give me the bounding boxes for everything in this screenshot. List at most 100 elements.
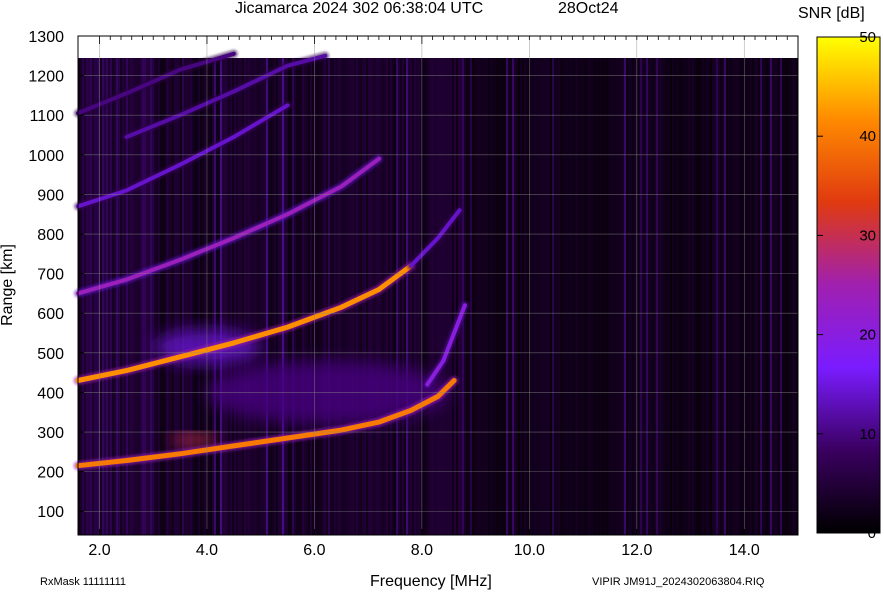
noise-streak <box>794 58 796 535</box>
y-tick-label: 500 <box>37 346 64 363</box>
noise-streak <box>780 58 782 535</box>
noise-streak <box>362 58 364 535</box>
noise-streak <box>356 58 358 535</box>
noise-streak <box>78 58 80 535</box>
echo-trace-5 <box>76 156 381 296</box>
noise-streak <box>504 58 506 535</box>
noise-streak <box>182 58 184 535</box>
noise-streak <box>480 58 482 535</box>
noise-streak <box>378 58 380 535</box>
x-tick-label: 10.0 <box>514 542 545 559</box>
noise-streak <box>256 58 258 535</box>
noise-streak <box>738 58 740 535</box>
noise-streak <box>760 58 762 535</box>
file-name-label: VIPIR JM91J_2024302063804.RIQ <box>592 576 765 588</box>
noise-streak <box>290 58 292 535</box>
noise-streak <box>172 58 174 535</box>
noise-streak <box>154 58 156 535</box>
noise-streak <box>402 58 404 535</box>
noise-streak <box>662 58 664 535</box>
noise-streak <box>86 58 88 535</box>
noise-streak <box>644 58 646 535</box>
noise-streak <box>744 58 746 535</box>
noise-streak <box>696 58 698 535</box>
noise-streak <box>352 58 354 535</box>
noise-streak <box>562 58 564 535</box>
noise-streak <box>176 58 178 535</box>
noise-streak <box>376 58 378 535</box>
noise-streak <box>722 58 724 535</box>
noise-streak <box>228 58 230 535</box>
noise-streak <box>346 58 348 535</box>
noise-streak <box>446 58 448 535</box>
noise-streak <box>416 58 418 535</box>
noise-streak <box>560 58 562 535</box>
noise-streak <box>322 58 324 535</box>
noise-streak <box>266 58 268 535</box>
noise-streak <box>318 58 320 535</box>
noise-streak <box>320 58 322 535</box>
noise-streak <box>756 58 758 535</box>
noise-streak <box>518 58 520 535</box>
noise-streak <box>328 58 330 535</box>
noise-streak <box>148 58 150 535</box>
noise-streak <box>730 58 732 535</box>
noise-streak <box>238 58 240 535</box>
noise-streak <box>436 58 438 535</box>
noise-streak <box>700 58 702 535</box>
noise-streak <box>316 58 318 535</box>
noise-streak <box>626 58 628 535</box>
noise-streak <box>638 58 640 535</box>
noise-streak <box>264 58 266 535</box>
noise-streak <box>556 58 558 535</box>
noise-streak <box>776 58 778 535</box>
noise-streak <box>782 58 784 535</box>
noise-streak <box>676 58 678 535</box>
noise-streak <box>298 58 300 535</box>
noise-streak <box>270 58 272 535</box>
noise-streak <box>364 58 366 535</box>
noise-streak <box>310 58 312 535</box>
echo-trace-halo-3 <box>73 261 416 385</box>
noise-streak <box>770 58 772 535</box>
noise-streak <box>380 58 382 535</box>
x-tick-label: 2.0 <box>88 542 110 559</box>
noise-streak <box>766 58 768 535</box>
noise-streak <box>94 58 96 535</box>
noise-streak <box>204 58 206 535</box>
colorbar <box>816 36 881 534</box>
noise-streak <box>420 58 422 535</box>
noise-streak <box>250 58 252 535</box>
noise-streak <box>324 58 326 535</box>
noise-streak <box>792 58 794 535</box>
noise-streak <box>150 58 152 535</box>
noise-streak <box>702 58 704 535</box>
noise-streak <box>732 58 734 535</box>
noise-streak <box>252 58 254 535</box>
noise-streak <box>554 58 556 535</box>
y-tick-label: 800 <box>37 227 64 244</box>
noise-streak <box>230 58 232 535</box>
noise-streak <box>112 58 114 535</box>
colorbar-tick-label: 50 <box>859 29 876 46</box>
noise-streak <box>156 58 158 535</box>
noise-streak <box>526 58 528 535</box>
noise-streak <box>382 58 384 535</box>
y-tick-label: 600 <box>37 306 64 323</box>
echo-trace-halo-6 <box>74 101 292 211</box>
noise-streak <box>790 58 792 535</box>
noise-streak <box>622 58 624 535</box>
noise-streak <box>534 58 536 535</box>
noise-streak <box>82 58 84 535</box>
noise-streak <box>624 58 626 535</box>
chart-title: Jicamarca 2024 302 06:38:04 UTC <box>235 0 484 17</box>
noise-streak <box>688 58 690 535</box>
noise-streak <box>578 58 580 535</box>
noise-streak <box>428 58 430 535</box>
noise-streak <box>476 58 478 535</box>
x-tick-label: 14.0 <box>729 542 760 559</box>
noise-streak <box>366 58 368 535</box>
noise-streak <box>278 58 280 535</box>
noise-streak <box>448 58 450 535</box>
noise-streak <box>460 58 462 535</box>
